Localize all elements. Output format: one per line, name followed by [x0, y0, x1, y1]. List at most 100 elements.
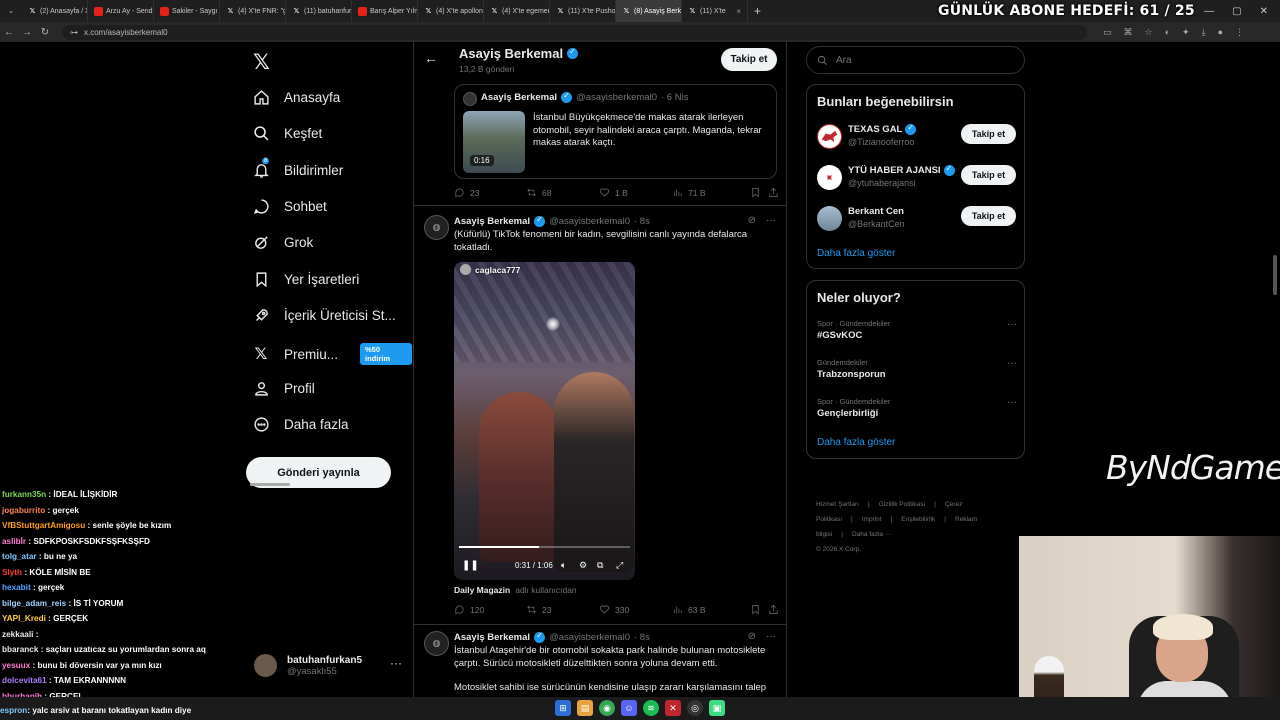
browser-tab[interactable]: 𝕏(8) Asayiş Berke× [616, 0, 682, 22]
more-horizontal-icon[interactable]: ··· [390, 656, 402, 670]
maximize-icon[interactable]: ▢ [1232, 6, 1241, 17]
close-tab-icon[interactable]: × [736, 7, 741, 16]
nav-item-bookmarks[interactable]: Yer İşaretleri [252, 270, 359, 288]
footer-link[interactable]: Erişilebilirlik [901, 516, 935, 523]
trend-item[interactable]: Spor · Gündemdekiler Gençlerbirliği ··· [817, 397, 1017, 419]
suggested-account[interactable]: TEXAS GAL @Tizianooferroo Takip et [817, 122, 1017, 152]
grok-icon[interactable]: ⊘ [748, 631, 756, 642]
bookmark-button[interactable] [750, 604, 768, 615]
tweet-time[interactable]: · 8s [634, 216, 650, 227]
browser-tab[interactable]: Arzu Ay - Sende Un× [88, 0, 154, 22]
pip-icon[interactable]: ⧉ [597, 560, 603, 571]
nav-item-explore[interactable]: Keşfet [252, 124, 322, 142]
profile-avatar-icon[interactable]: ● [1218, 27, 1223, 37]
back-icon[interactable]: ← [0, 27, 18, 38]
browser-tab[interactable]: Sakiler - Saygı× [154, 0, 220, 22]
volume-icon[interactable]: 🔈︎ [561, 560, 566, 571]
file-explorer-icon[interactable]: ▤ [577, 700, 593, 716]
show-more-link[interactable]: Daha fazla göster [817, 437, 895, 448]
views-button[interactable]: 71 B [672, 187, 750, 198]
quoted-tweet-card[interactable]: Asayiş Berkemal @asayisberkemal0 · 6 Nis… [454, 84, 777, 179]
more-horizontal-icon[interactable]: ··· [1007, 319, 1017, 330]
show-more-link[interactable]: Daha fazla göster [817, 248, 895, 259]
footer-link[interactable]: Gizlilik Politikası [879, 501, 926, 508]
footer-link[interactable]: Hizmet Şartları [816, 501, 859, 508]
cast-icon[interactable]: ▭ [1103, 27, 1112, 38]
downloads-icon[interactable]: ⤓ [1202, 27, 1206, 38]
x-logo-icon[interactable]: 𝕏 [253, 50, 270, 75]
more-horizontal-icon[interactable]: ··· [766, 215, 776, 226]
settings-icon[interactable]: ⚙︎ [579, 560, 587, 571]
trend-item[interactable]: Spor · Gündemdekiler #GSvKOC ··· [817, 319, 1017, 341]
footer-link[interactable]: Daha fazla ··· [852, 531, 891, 538]
follow-button[interactable]: Takip et [961, 124, 1016, 144]
app-icon[interactable]: ▣ [709, 700, 725, 716]
video-player[interactable]: caglaca777 ❚❚ 0:31 / 1:06 🔈︎ ⚙︎ ⧉ ⤢ [454, 262, 635, 580]
footer-link[interactable]: © 2026 X Corp. [816, 542, 1007, 557]
discord-icon[interactable]: ☺ [621, 700, 637, 716]
browser-tab[interactable]: 𝕏(4) X'te egemen "b× [484, 0, 550, 22]
more-horizontal-icon[interactable]: ··· [1007, 397, 1017, 408]
tweet-time[interactable]: · 8s [634, 632, 650, 643]
nav-item-home[interactable]: Anasayfa [252, 88, 340, 106]
search-input[interactable]: Ara [806, 46, 1025, 74]
windows-start-icon[interactable]: ⊞ [555, 700, 571, 716]
grok-icon[interactable]: ⊘ [748, 215, 756, 226]
suggested-account[interactable]: ▣ YTÜ HABER AJANSI @ytuhaberajansi Takip… [817, 163, 1017, 193]
source-name[interactable]: Daily Magazin [454, 585, 510, 595]
fullscreen-icon[interactable]: ⤢ [616, 560, 623, 571]
author-name[interactable]: Asayiş Berkemal [454, 632, 530, 643]
footer-link[interactable]: Imprint [862, 516, 882, 523]
share-button[interactable] [768, 604, 779, 615]
nav-item-creator-studio[interactable]: İçerik Üreticisi St... [252, 306, 396, 324]
browser-tab[interactable]: Barış Alper Yılmaz× [352, 0, 418, 22]
nav-item-grok[interactable]: Grok [252, 233, 313, 251]
kebab-menu-icon[interactable]: ⋮ [1235, 27, 1244, 38]
reply-button[interactable]: 120 [454, 604, 526, 615]
browser-tab[interactable]: 𝕏 (11) X'te × [682, 0, 748, 22]
nav-item-profile[interactable]: Profil [252, 379, 315, 397]
chrome-icon[interactable]: ◉ [599, 700, 615, 716]
video-progress-bar[interactable] [459, 546, 630, 548]
obs-icon[interactable]: ◎ [687, 700, 703, 716]
url-field[interactable]: ⊶ x.com/asayisberkemal0 [62, 24, 1087, 40]
repost-button[interactable]: 68 [526, 187, 599, 198]
nav-item-notifications[interactable]: 8 Bildirimler [252, 158, 343, 179]
follow-button[interactable]: Takip et [961, 165, 1016, 185]
browser-tab[interactable]: 𝕏(4) X'te FNR: "gere× [220, 0, 286, 22]
share-button[interactable] [768, 187, 779, 198]
trend-item[interactable]: Gündemdekiler Trabzonsporun ··· [817, 358, 1017, 380]
tab-search-button[interactable]: ⌄ [0, 0, 22, 22]
like-button[interactable]: 1 B [599, 187, 672, 198]
app-icon[interactable]: ✕ [665, 700, 681, 716]
nav-item-chat[interactable]: Sohbet [252, 197, 327, 215]
account-switcher[interactable]: batuhanfurkan5 @yasaklı55 [254, 654, 362, 677]
nav-item-more[interactable]: Daha fazla [252, 415, 349, 433]
browser-tab[interactable]: 𝕏(11) X'te Pusholder× [550, 0, 616, 22]
follow-button[interactable]: Takip et [961, 206, 1016, 226]
star-icon[interactable]: ☆ [1145, 27, 1153, 38]
new-tab-button[interactable]: + [748, 4, 767, 18]
extension-icon[interactable]: ◐ [1165, 27, 1170, 37]
minimize-icon[interactable]: — [1204, 6, 1214, 17]
forward-icon[interactable]: → [18, 27, 36, 38]
repost-button[interactable]: 23 [526, 604, 599, 615]
browser-tab[interactable]: 𝕏(2) Anasayfa / X× [22, 0, 88, 22]
back-arrow-icon[interactable]: ← [424, 50, 438, 66]
page-scrollbar[interactable] [1273, 255, 1277, 295]
pause-icon[interactable]: ❚❚ [462, 560, 479, 571]
avatar[interactable]: ◍ [424, 215, 449, 240]
browser-tab[interactable]: 𝕏(11) batuhanfurkan× [286, 0, 352, 22]
follow-button[interactable]: Takip et [721, 48, 777, 71]
views-button[interactable]: 63 B [672, 604, 750, 615]
reload-icon[interactable]: ↻ [36, 27, 54, 38]
puzzle-icon[interactable]: ✦ [1182, 27, 1190, 38]
bookmark-button[interactable] [750, 187, 768, 198]
avatar[interactable]: ◍ [424, 631, 449, 656]
site-info-icon[interactable]: ⊶ [70, 28, 78, 37]
author-name[interactable]: Asayiş Berkemal [454, 216, 530, 227]
nav-item-premium[interactable]: 𝕏 Premiu... %50 indirim [252, 343, 412, 365]
like-button[interactable]: 330 [599, 604, 672, 615]
more-horizontal-icon[interactable]: ··· [766, 631, 776, 642]
translate-icon[interactable]: ⌘ [1124, 27, 1133, 38]
